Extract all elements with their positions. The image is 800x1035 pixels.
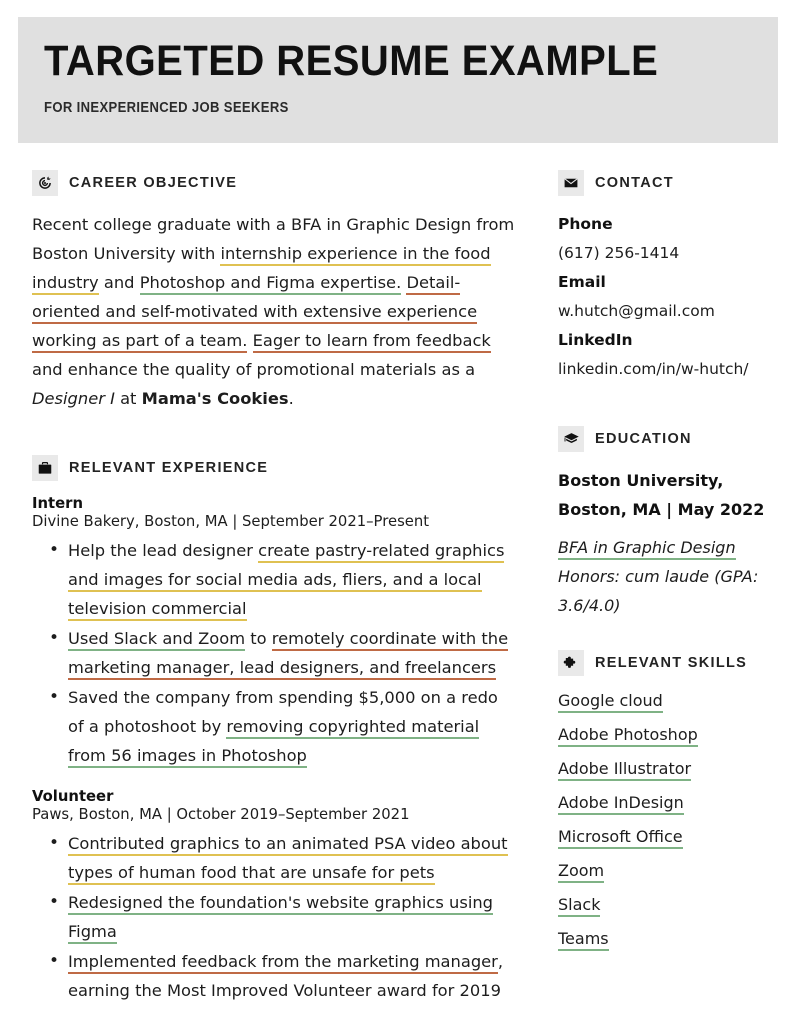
bullet-part: Help the lead designer xyxy=(68,541,259,560)
skill-label: Teams xyxy=(558,929,609,951)
bullet-part: Contributed graphics to an animated PSA … xyxy=(68,834,508,885)
contact-value[interactable]: linkedin.com/in/w-hutch/ xyxy=(558,355,784,384)
list-item: Redesigned the foundation's website grap… xyxy=(32,888,518,946)
skill-item: Microsoft Office xyxy=(558,826,784,849)
job-meta: Divine Bakery, Boston, MA | September 20… xyxy=(32,513,430,530)
objective-part: Mama's Cookies xyxy=(141,389,289,408)
skill-item: Adobe InDesign xyxy=(558,792,784,815)
contact-list: Phone (617) 256-1414 Email w.hutch@gmail.co… xyxy=(558,210,784,384)
education-honors: Honors: cum laude (GPA: 3.6/4.0) xyxy=(558,567,759,615)
puzzle-piece-icon xyxy=(558,650,584,676)
education-school-line1: Boston University, xyxy=(558,471,724,490)
skill-label: Google cloud xyxy=(558,691,663,713)
education-school-line2: Boston, MA | May 2022 xyxy=(558,500,765,519)
skill-item: Zoom xyxy=(558,860,784,883)
right-column: CONTACT Phone (617) 256-1414 Email w.hutch@… xyxy=(528,170,800,1021)
career-objective-text: Recent college graduate with a BFA in Gr… xyxy=(32,210,518,413)
skill-label: Zoom xyxy=(558,861,605,883)
objective-part: at xyxy=(114,389,142,408)
skills-list: Google cloud Adobe Photoshop Adobe Illustr… xyxy=(558,690,784,951)
skill-item: Adobe Photoshop xyxy=(558,724,784,747)
section-header-relevant-skills: RELEVANT SKILLS xyxy=(558,650,784,676)
skill-item: Slack xyxy=(558,894,784,917)
section-title: CAREER OBJECTIVE xyxy=(69,175,238,191)
objective-part: and enhance the quality of promotional m… xyxy=(32,360,476,379)
section-title: RELEVANT EXPERIENCE xyxy=(69,460,269,476)
section-title: EDUCATION xyxy=(595,431,692,447)
list-item: Used Slack and Zoom to remotely coordina… xyxy=(32,624,518,682)
section-title: RELEVANT SKILLS xyxy=(595,655,748,671)
skill-item: Adobe Illustrator xyxy=(558,758,784,781)
job-meta: Paws, Boston, MA | October 2019–Septembe… xyxy=(32,806,410,823)
skill-label: Microsoft Office xyxy=(558,827,683,849)
target-icon xyxy=(32,170,58,196)
experience-entry: Volunteer Paws, Boston, MA | October 2019… xyxy=(32,788,518,1005)
education-degree-text: BFA in Graphic Design xyxy=(558,538,736,560)
objective-part: Photoshop and Figma expertise. xyxy=(139,273,402,295)
contact-value[interactable]: (617) 256-1414 xyxy=(558,239,784,268)
skill-label: Adobe InDesign xyxy=(558,793,684,815)
graduation-cap-icon xyxy=(558,426,584,452)
list-item: Help the lead designer create pastry-rel… xyxy=(32,536,518,623)
objective-part: Eager to learn from feedback xyxy=(252,331,491,353)
skill-label: Adobe Illustrator xyxy=(558,759,692,781)
objective-part xyxy=(247,331,252,350)
section-header-contact: CONTACT xyxy=(558,170,784,196)
experience-entry: Intern Divine Bakery, Boston, MA | Septem… xyxy=(32,495,518,770)
bullet-part: to xyxy=(245,629,272,648)
list-item: Saved the company from spending $5,000 o… xyxy=(32,683,518,770)
bullet-part: Redesigned the foundation's website grap… xyxy=(68,893,494,944)
envelope-icon xyxy=(558,170,584,196)
job-bullet-list: Help the lead designer create pastry-rel… xyxy=(32,536,518,770)
contact-label: Phone xyxy=(558,215,613,233)
bullet-part: Implemented feedback from the marketing … xyxy=(68,952,498,974)
resume-body: CAREER OBJECTIVE Recent college graduate… xyxy=(0,170,800,1021)
skill-label: Adobe Photoshop xyxy=(558,725,698,747)
resume-header-band: TARGETED RESUME EXAMPLE FOR INEXPERIENCE… xyxy=(18,17,778,143)
page-title: TARGETED RESUME EXAMPLE xyxy=(44,37,659,85)
contact-label: LinkedIn xyxy=(558,331,633,349)
bullet-part: Used Slack and Zoom xyxy=(68,629,246,651)
experience-list: Intern Divine Bakery, Boston, MA | Septem… xyxy=(32,495,518,1005)
skill-item: Teams xyxy=(558,928,784,951)
section-title: CONTACT xyxy=(595,175,674,191)
briefcase-icon xyxy=(32,455,58,481)
skill-item: Google cloud xyxy=(558,690,784,713)
list-item: Contributed graphics to an animated PSA … xyxy=(32,829,518,887)
objective-part: . xyxy=(288,389,294,408)
job-title: Intern xyxy=(32,495,83,512)
education-degree: BFA in Graphic Design xyxy=(558,533,784,562)
section-header-relevant-experience: RELEVANT EXPERIENCE xyxy=(32,455,518,481)
objective-part: Designer I xyxy=(32,389,115,408)
objective-part: and xyxy=(98,273,140,292)
job-title: Volunteer xyxy=(32,788,114,805)
left-column: CAREER OBJECTIVE Recent college graduate… xyxy=(0,170,528,1021)
job-bullet-list: Contributed graphics to an animated PSA … xyxy=(32,829,518,1005)
section-header-education: EDUCATION xyxy=(558,426,784,452)
contact-value[interactable]: w.hutch@gmail.com xyxy=(558,297,784,326)
page-subtitle: FOR INEXPERIENCED JOB SEEKERS xyxy=(44,100,289,117)
contact-label: Email xyxy=(558,273,606,291)
section-header-career-objective: CAREER OBJECTIVE xyxy=(32,170,518,196)
list-item: Implemented feedback from the marketing … xyxy=(32,947,518,1005)
skill-label: Slack xyxy=(558,895,601,917)
